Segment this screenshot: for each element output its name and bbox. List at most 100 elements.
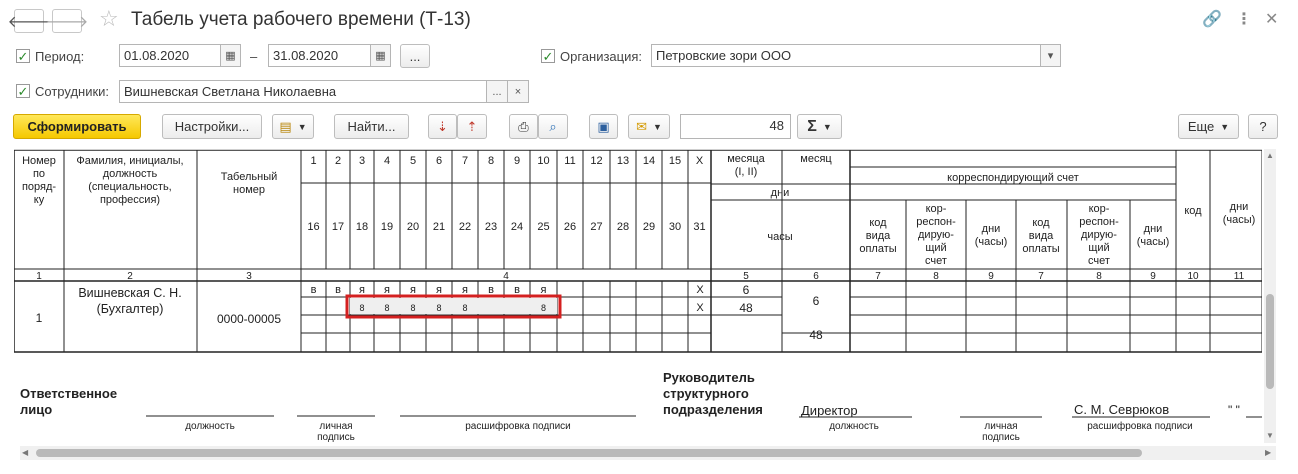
header-day: 30 <box>669 221 681 233</box>
header-days-hours: (часы) <box>1223 214 1256 226</box>
header-day: 18 <box>356 221 368 233</box>
scroll-left-icon[interactable]: ◀ <box>22 448 28 457</box>
header-corr: кор- <box>1089 203 1110 215</box>
scroll-up-icon[interactable]: ▲ <box>1266 151 1274 160</box>
period-checkbox[interactable]: ✓ <box>16 49 30 63</box>
date-from-input[interactable]: 01.08.2020 <box>119 44 221 67</box>
link-icon[interactable]: 🔗 <box>1202 9 1222 29</box>
day-mark: в <box>488 284 494 296</box>
column-number: 2 <box>127 271 133 282</box>
day-mark: я <box>384 284 390 296</box>
column-number: 4 <box>503 271 509 282</box>
employees-select-button[interactable]: ... <box>486 80 508 103</box>
scroll-right-icon[interactable]: ▶ <box>1265 448 1271 457</box>
employee-name: (Бухгалтер) <box>97 302 164 316</box>
calendar-from-button[interactable]: ▦ <box>220 44 241 67</box>
column-number: 9 <box>1150 271 1156 282</box>
header-month-half: месяца <box>727 153 765 165</box>
header-corr: кор- <box>926 203 947 215</box>
sum-button[interactable]: Σ ▼ <box>797 114 842 139</box>
more-label: Еще <box>1187 119 1215 134</box>
header-tab-number: номер <box>233 184 265 196</box>
horizontal-scrollbar[interactable]: ◀ ▶ <box>20 446 1276 460</box>
calendar-to-button[interactable]: ▦ <box>370 44 391 67</box>
forward-button[interactable]: 🡒 <box>46 9 88 33</box>
header-pay-code: оплаты <box>1022 243 1059 255</box>
employees-label: Сотрудники: <box>35 84 110 99</box>
preview-button[interactable]: ⌕ <box>538 114 568 139</box>
close-icon[interactable]: ✕ <box>1265 9 1278 29</box>
day-hours: 8 <box>436 303 441 313</box>
header-corr: щий <box>1088 242 1109 254</box>
more-vert-icon[interactable]: ⋮ <box>1236 9 1252 29</box>
generate-button[interactable]: Сформировать <box>13 114 141 139</box>
header-corr: дирую- <box>918 229 954 241</box>
header-day: 2 <box>335 155 341 167</box>
header-corr: счет <box>1088 255 1110 267</box>
send-email-button[interactable]: ✉ ▼ <box>628 114 670 139</box>
header-day: 1 <box>310 155 316 167</box>
header-day: 6 <box>436 155 442 167</box>
employees-checkbox[interactable]: ✓ <box>16 84 30 98</box>
employees-clear-button[interactable]: × <box>507 80 529 103</box>
column-number: 11 <box>1234 271 1245 282</box>
header-order-number: Номер <box>22 155 56 167</box>
employees-input[interactable]: Вишневская Светлана Николаевна <box>119 80 487 103</box>
responsible-label: Ответственное <box>20 386 117 401</box>
report-spreadsheet[interactable]: Номер по поряд-ку Фамилия, инициалы, должнос… <box>14 149 1262 443</box>
column-number: 7 <box>875 271 881 282</box>
sum-value-field[interactable]: 48 <box>680 114 791 139</box>
arrow-right-icon: 🡒 <box>45 13 89 31</box>
hours-cells-bg <box>350 298 557 314</box>
vertical-scroll-thumb[interactable] <box>1266 294 1274 389</box>
sort-asc-button[interactable]: ⇡ <box>457 114 487 139</box>
header-day: X <box>696 155 704 167</box>
column-number: 9 <box>988 271 994 282</box>
horizontal-scroll-thumb[interactable] <box>36 449 1142 457</box>
chevron-down-icon: ▼ <box>1220 121 1230 132</box>
checkmark-icon: ✓ <box>17 48 29 64</box>
back-button[interactable]: 🡐 <box>8 9 50 33</box>
scroll-down-icon[interactable]: ▼ <box>1266 431 1274 440</box>
header-day: 7 <box>462 155 468 167</box>
header-day: 8 <box>488 155 494 167</box>
header-day: 25 <box>537 221 549 233</box>
header-day: 20 <box>407 221 419 233</box>
period-select-button[interactable]: ... <box>400 44 430 68</box>
header-days: дни <box>771 187 790 199</box>
header-day: 22 <box>459 221 471 233</box>
header-name: должность <box>103 168 158 180</box>
date-to-input[interactable]: 31.08.2020 <box>268 44 371 67</box>
day-hours: 8 <box>384 303 389 313</box>
print-button[interactable]: ⎙ <box>509 114 538 139</box>
find-button[interactable]: Найти... <box>334 114 409 139</box>
help-button[interactable]: ? <box>1248 114 1278 139</box>
column-number: 8 <box>1096 271 1102 282</box>
header-day: 12 <box>590 155 602 167</box>
position-caption: должность <box>185 421 235 432</box>
header-order-number: поряд- <box>22 181 56 193</box>
column-number: 8 <box>933 271 939 282</box>
header-order-number: ку <box>34 194 45 206</box>
column-number: 3 <box>246 271 252 282</box>
header-day: 27 <box>590 221 602 233</box>
day-mark: я <box>462 284 468 296</box>
save-button[interactable]: ▣ <box>589 114 618 139</box>
org-checkbox[interactable]: ✓ <box>541 49 555 63</box>
variant-button[interactable]: ▤ ▼ <box>272 114 314 139</box>
header-pay-code: оплаты <box>859 243 896 255</box>
signature-decode-caption: расшифровка подписи <box>465 420 571 432</box>
vertical-scrollbar[interactable]: ▲ ▼ <box>1264 149 1276 443</box>
header-day: 19 <box>381 221 393 233</box>
personal-signature-caption: личная <box>319 421 352 432</box>
settings-button[interactable]: Настройки... <box>162 114 262 139</box>
calendar-icon: ▦ <box>225 50 236 62</box>
more-button[interactable]: Еще ▼ <box>1178 114 1239 139</box>
sort-desc-button[interactable]: ⇣ <box>428 114 457 139</box>
org-dropdown-button[interactable]: ▾ <box>1040 44 1061 67</box>
personal-signature-caption: подпись <box>317 432 355 443</box>
personal-signature-caption: подпись <box>982 432 1020 443</box>
header-month: месяц <box>800 153 832 165</box>
favorite-star-icon[interactable]: ☆ <box>99 6 119 32</box>
organization-input[interactable]: Петровские зори ООО <box>651 44 1041 67</box>
